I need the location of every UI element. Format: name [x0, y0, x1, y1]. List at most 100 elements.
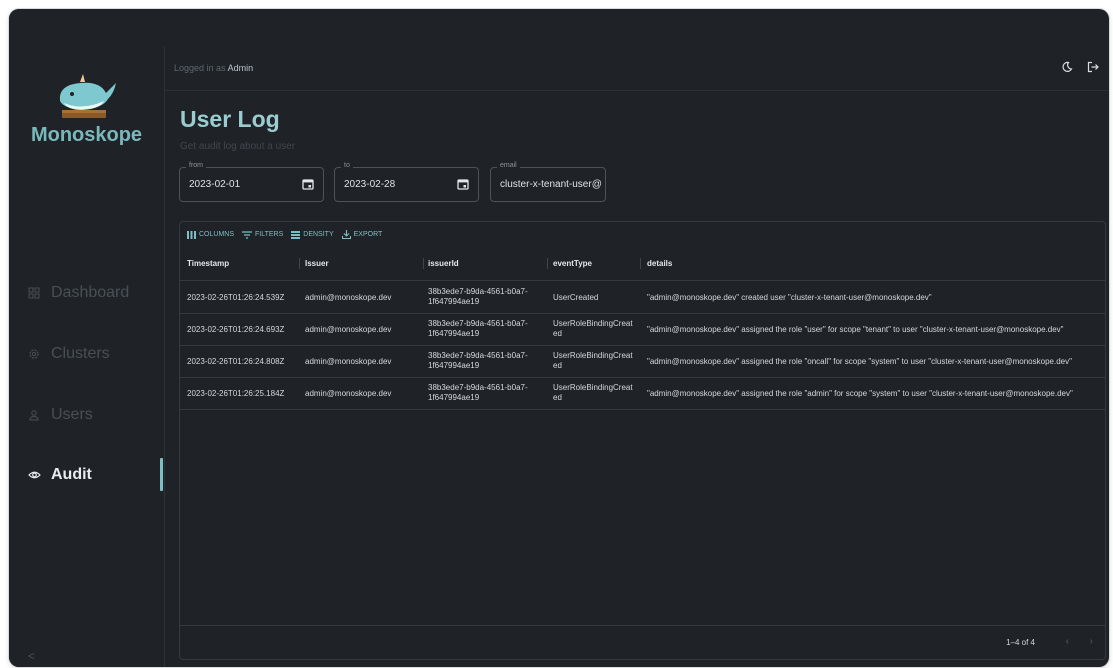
calendar-icon[interactable]	[456, 177, 470, 191]
to-value: 2023-02-28	[344, 179, 396, 190]
cell-eventtype: UserRoleBindingCreat ed	[553, 383, 633, 403]
person-icon	[27, 408, 41, 422]
issuerid-line-2: 1f647994ae19	[428, 329, 480, 338]
from-value: 2023-02-01	[189, 179, 241, 190]
gear-icon	[27, 347, 41, 361]
cell-issuer: admin@monoskope.dev	[305, 357, 392, 366]
dashboard-icon	[27, 286, 41, 300]
eventtype-line-2: ed	[553, 329, 562, 338]
density-button[interactable]: DENSITY	[291, 230, 334, 239]
email-value: cluster-x-tenant-user@n	[500, 179, 602, 190]
app-window: Monoskope Dashboard Clusters Users Audit	[9, 9, 1109, 667]
column-separator[interactable]	[423, 258, 424, 269]
columns-label: COLUMNS	[199, 231, 235, 238]
grid-footer: 1–4 of 4 ‹ ›	[180, 625, 1105, 659]
issuerid-line-2: 1f647994ae19	[428, 393, 480, 402]
filter-icon	[242, 230, 253, 239]
to-date-field[interactable]: to 2023-02-28	[334, 162, 479, 202]
cell-timestamp: 2023-02-26T01:26:24.539Z	[187, 293, 285, 302]
column-separator[interactable]	[299, 258, 300, 269]
issuerid-line-1: 38b3ede7-b9da-4561-b0a7-	[428, 319, 528, 328]
from-date-field[interactable]: from 2023-02-01	[179, 162, 324, 202]
grid-toolbar: COLUMNS FILTERS DENSITY EXPORT	[187, 230, 382, 239]
whale-logo-icon	[59, 74, 116, 118]
issuerid-line-1: 38b3ede7-b9da-4561-b0a7-	[428, 383, 528, 392]
export-button[interactable]: EXPORT	[341, 230, 383, 239]
calendar-icon[interactable]	[301, 177, 315, 191]
eventtype-line-2: ed	[553, 393, 562, 402]
previous-page-button[interactable]: ‹	[1066, 636, 1069, 647]
eye-icon	[27, 468, 41, 482]
email-field[interactable]: email cluster-x-tenant-user@n	[490, 162, 606, 202]
sidebar-item-label: Clusters	[51, 345, 110, 362]
sidebar-item-label: Users	[51, 406, 93, 423]
cell-timestamp: 2023-02-26T01:26:24.808Z	[187, 357, 285, 366]
top-bar: Logged in as Admin	[165, 47, 1109, 91]
sidebar-item-users[interactable]: Users	[27, 400, 164, 430]
sidebar: Monoskope Dashboard Clusters Users Audit	[9, 9, 164, 667]
cell-issuerid: 38b3ede7-b9da-4561-b0a7- 1f647994ae19	[428, 287, 528, 307]
pagination-range: 1–4 of 4	[1006, 638, 1035, 647]
cell-eventtype: UserCreated	[553, 293, 598, 303]
table-row[interactable]: 2023-02-26T01:26:25.184Z admin@monoskope…	[180, 378, 1105, 410]
columns-button[interactable]: COLUMNS	[187, 230, 234, 239]
eventtype-line-1: UserRoleBindingCreat	[553, 351, 633, 360]
column-header-timestamp[interactable]: Timestamp	[187, 259, 229, 268]
table-row[interactable]: 2023-02-26T01:26:24.808Z admin@monoskope…	[180, 346, 1105, 378]
top-actions	[1059, 59, 1101, 75]
column-header-details[interactable]: details	[647, 259, 672, 268]
cell-timestamp: 2023-02-26T01:26:24.693Z	[187, 325, 285, 334]
column-header-issuerid[interactable]: issuerId	[428, 259, 459, 268]
cell-details: "admin@monoskope.dev" assigned the role …	[647, 357, 1072, 366]
logged-in-prefix: Logged in as	[174, 63, 226, 73]
logged-in-user: Admin	[227, 63, 254, 73]
cell-eventtype: UserRoleBindingCreat ed	[553, 319, 633, 339]
cell-details: "admin@monoskope.dev" assigned the role …	[647, 325, 1064, 334]
export-label: EXPORT	[353, 231, 383, 238]
density-label: DENSITY	[303, 231, 334, 238]
column-header-eventtype[interactable]: eventType	[553, 259, 592, 268]
issuerid-line-2: 1f647994ae19	[428, 361, 480, 370]
sidebar-item-dashboard[interactable]: Dashboard	[27, 278, 164, 308]
logged-in-status: Logged in as Admin	[174, 63, 253, 73]
cell-details: "admin@monoskope.dev" created user "clus…	[647, 293, 932, 302]
cell-issuerid: 38b3ede7-b9da-4561-b0a7- 1f647994ae19	[428, 351, 528, 371]
eventtype-line-1: UserRoleBindingCreat	[553, 319, 633, 328]
table-row[interactable]: 2023-02-26T01:26:24.539Z admin@monoskope…	[180, 282, 1105, 314]
sidebar-item-label: Dashboard	[51, 284, 130, 301]
brand-name: Monoskope	[30, 124, 143, 146]
page-subtitle: Get audit log about a user	[180, 141, 296, 152]
to-label: to	[341, 162, 353, 169]
cell-eventtype: UserRoleBindingCreat ed	[553, 351, 633, 371]
cell-issuer: admin@monoskope.dev	[305, 389, 392, 398]
sidebar-divider	[164, 47, 165, 667]
issuerid-line-2: 1f647994ae19	[428, 297, 480, 306]
table-header: Timestamp Issuer issuerId eventType deta…	[180, 246, 1105, 281]
email-label: email	[497, 162, 520, 169]
logout-icon[interactable]	[1085, 59, 1101, 75]
dark-mode-toggle-icon[interactable]	[1059, 59, 1075, 75]
cell-details: "admin@monoskope.dev" assigned the role …	[647, 389, 1073, 398]
sidebar-item-audit[interactable]: Audit	[27, 460, 164, 490]
cell-issuer: admin@monoskope.dev	[305, 325, 392, 334]
columns-icon	[187, 230, 196, 239]
sidebar-item-label: Audit	[51, 466, 92, 483]
table-row[interactable]: 2023-02-26T01:26:24.693Z admin@monoskope…	[180, 314, 1105, 346]
from-label: from	[186, 162, 206, 169]
active-indicator	[160, 458, 163, 491]
filters-button[interactable]: FILTERS	[242, 230, 283, 239]
cell-issuerid: 38b3ede7-b9da-4561-b0a7- 1f647994ae19	[428, 383, 528, 403]
column-header-issuer[interactable]: Issuer	[305, 259, 329, 268]
cell-issuerid: 38b3ede7-b9da-4561-b0a7- 1f647994ae19	[428, 319, 528, 339]
download-icon	[341, 230, 351, 239]
collapse-sidebar-button[interactable]: <	[28, 649, 35, 663]
eventtype-line-2: ed	[553, 361, 562, 370]
page-title: User Log	[180, 106, 280, 132]
filters-label: FILTERS	[255, 231, 284, 238]
column-separator[interactable]	[640, 258, 641, 269]
density-icon	[291, 230, 301, 239]
column-separator[interactable]	[547, 258, 548, 269]
sidebar-item-clusters[interactable]: Clusters	[27, 339, 164, 369]
next-page-button[interactable]: ›	[1090, 636, 1093, 647]
issuerid-line-1: 38b3ede7-b9da-4561-b0a7-	[428, 287, 528, 296]
